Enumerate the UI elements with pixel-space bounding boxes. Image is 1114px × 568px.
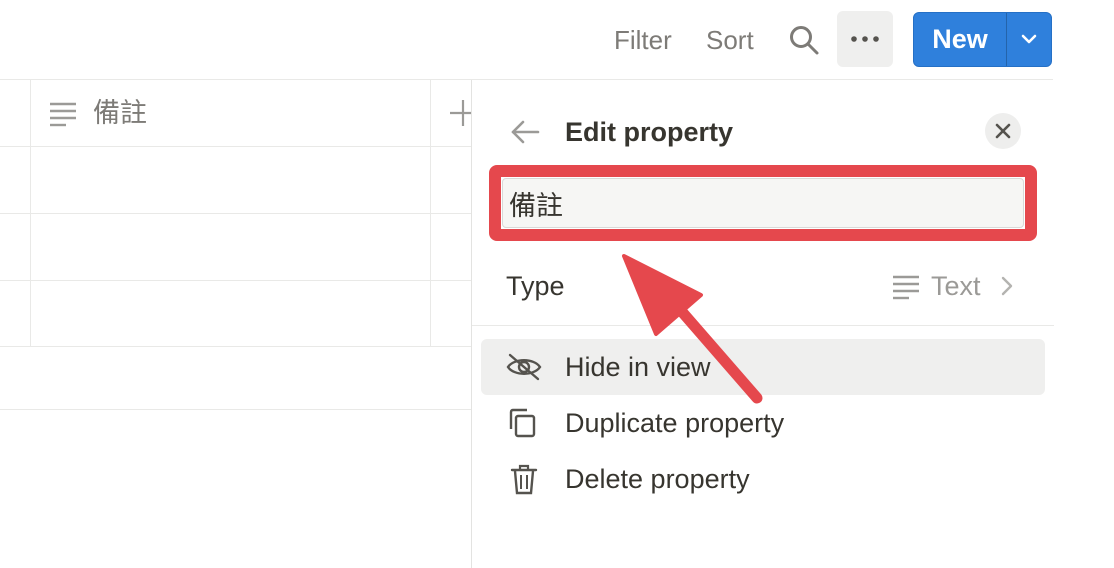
property-name-input[interactable] — [502, 178, 1024, 228]
menu-item-label: Delete property — [565, 464, 750, 494]
duplicate-icon — [509, 408, 536, 438]
divider — [0, 409, 471, 410]
table-cell[interactable] — [31, 147, 431, 211]
view-toolbar: Filter Sort New — [0, 0, 1114, 80]
text-lines-icon — [893, 275, 919, 300]
search-button[interactable] — [786, 22, 822, 58]
new-button[interactable]: New — [914, 13, 1006, 66]
more-options-button[interactable] — [837, 11, 893, 67]
filter-button[interactable]: Filter — [610, 22, 676, 58]
text-lines-icon — [50, 102, 76, 127]
more-horizontal-icon — [851, 36, 879, 42]
close-button[interactable] — [985, 113, 1021, 149]
divider — [0, 346, 471, 347]
table-cell[interactable] — [31, 214, 431, 278]
type-value: Text — [931, 271, 981, 301]
search-icon — [790, 26, 819, 55]
menu-item-label: Duplicate property — [565, 408, 785, 438]
divider — [472, 325, 1054, 326]
type-label: Type — [506, 271, 565, 301]
column-header-label: 備註 — [93, 98, 147, 128]
hide-in-view-button[interactable]: Hide in view — [481, 339, 1045, 395]
panel-title: Edit property — [565, 117, 734, 147]
trash-icon — [510, 464, 538, 495]
chevron-right-icon — [1001, 276, 1013, 296]
duplicate-property-button[interactable]: Duplicate property — [481, 395, 1045, 451]
back-button[interactable] — [506, 114, 542, 150]
edit-property-panel: Edit property Type Text Hide in view — [471, 80, 1054, 568]
property-type-row[interactable]: Type Text — [472, 262, 1054, 310]
sort-button[interactable]: Sort — [702, 22, 758, 58]
eye-slash-icon — [506, 353, 542, 381]
arrow-left-icon — [511, 120, 540, 144]
close-icon — [995, 123, 1011, 139]
delete-property-button[interactable]: Delete property — [481, 451, 1045, 507]
column-header-notes[interactable]: 備註 — [31, 81, 431, 145]
chevron-down-icon — [1021, 34, 1037, 44]
new-dropdown-button[interactable] — [1007, 13, 1051, 66]
table-cell[interactable] — [31, 281, 431, 345]
new-button-group: New — [913, 12, 1052, 67]
menu-item-label: Hide in view — [565, 352, 711, 382]
